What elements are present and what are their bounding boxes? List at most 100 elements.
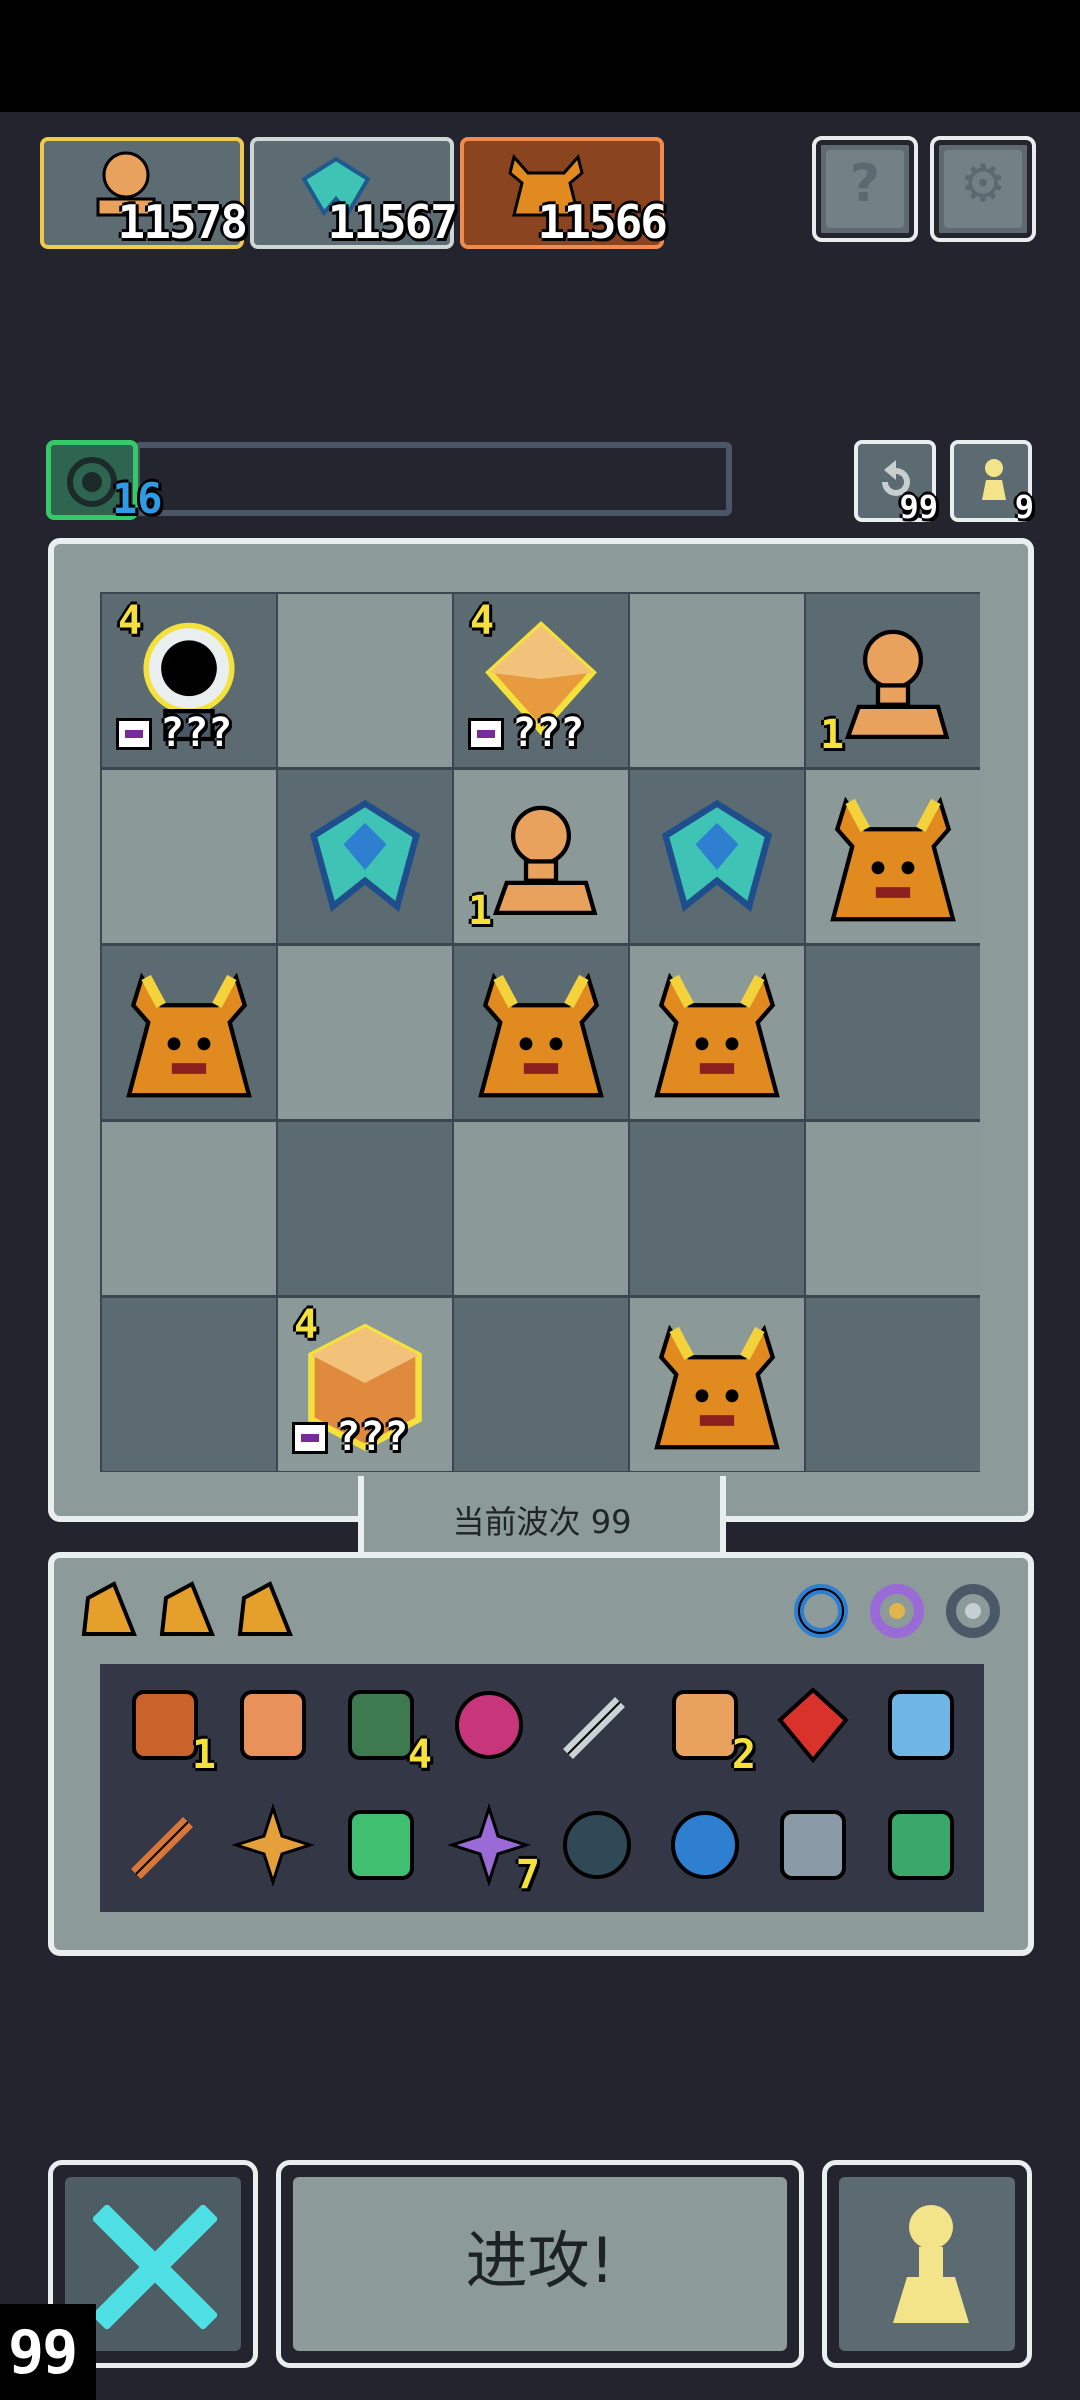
rarity-tag-icon — [468, 718, 504, 750]
board-cell[interactable] — [806, 1298, 980, 1471]
pawn-shop-button[interactable] — [822, 2160, 1032, 2368]
refresh-button[interactable]: 99 — [854, 440, 938, 526]
board-cell[interactable]: 1 — [806, 594, 980, 767]
item-count: 1 — [191, 1732, 216, 1778]
blue-ring-icon[interactable] — [792, 1582, 850, 1640]
amber-shard-icon[interactable] — [156, 1578, 218, 1640]
unit-level: 1 — [468, 888, 493, 934]
hero-card-2[interactable]: 11567 — [250, 137, 458, 249]
sword-icon — [131, 1817, 193, 1879]
help-button[interactable]: ? — [812, 136, 918, 242]
board-cell[interactable] — [278, 946, 452, 1119]
hero-score: 11578 — [117, 195, 248, 249]
board-cell[interactable] — [102, 946, 276, 1119]
inventory-item[interactable] — [876, 1680, 966, 1770]
item-tray: 1 4 2 7 — [100, 1664, 984, 1912]
unit-unknown-label: ??? — [160, 710, 233, 756]
board-cell[interactable] — [630, 1298, 804, 1471]
syringe-icon — [563, 1697, 625, 1759]
board-cell[interactable] — [630, 946, 804, 1119]
inventory-item[interactable]: 7 — [444, 1800, 540, 1898]
unit-level: 4 — [294, 1302, 319, 1348]
game-board: 4??? 4??? 1 1 4??? — [48, 538, 1034, 1522]
board-cell[interactable] — [102, 770, 276, 943]
board-cell[interactable] — [806, 946, 980, 1119]
purple-ring-icon[interactable] — [868, 1582, 926, 1640]
inventory-item[interactable] — [876, 1800, 966, 1890]
inventory-item[interactable] — [120, 1800, 210, 1890]
hero-score: 11566 — [537, 195, 668, 249]
board-cell[interactable] — [454, 1122, 628, 1295]
inventory-item[interactable] — [768, 1800, 858, 1890]
target-eye-icon — [67, 457, 117, 507]
unit-unknown-label: ??? — [512, 710, 585, 756]
rarity-tag-icon — [116, 718, 152, 750]
inventory-item[interactable] — [336, 1800, 426, 1890]
rarity-tag-icon — [292, 1422, 328, 1454]
inventory-item[interactable] — [768, 1680, 858, 1770]
board-cell[interactable] — [630, 594, 804, 767]
board-cell[interactable]: 4??? — [102, 594, 276, 767]
board-cell[interactable]: 4??? — [454, 594, 628, 767]
amber-shard-icon[interactable] — [78, 1578, 140, 1640]
board-cell[interactable] — [630, 770, 804, 943]
horned-beast-icon — [126, 972, 252, 1098]
board-cell[interactable] — [806, 1122, 980, 1295]
ring-row — [786, 1578, 1014, 1648]
hero-card-3[interactable]: 11566 — [460, 137, 668, 249]
corner-counter-value: 99 — [8, 2318, 78, 2388]
board-cell[interactable] — [278, 770, 452, 943]
board-cell[interactable] — [278, 594, 452, 767]
hero-card-1[interactable]: 11578 — [40, 137, 248, 249]
amber-shard-icon[interactable] — [234, 1578, 296, 1640]
item-count: 2 — [731, 1732, 756, 1778]
attack-button[interactable]: 进攻! — [276, 2160, 804, 2368]
inventory-item[interactable]: 1 — [120, 1680, 216, 1778]
inventory-item[interactable] — [552, 1800, 642, 1890]
unit-level: 4 — [470, 598, 495, 644]
teal-crystal-ship-icon — [309, 799, 421, 912]
pawn-icon — [982, 459, 1006, 500]
inventory-item[interactable] — [552, 1680, 642, 1770]
inventory-item[interactable] — [228, 1680, 318, 1770]
item-row-1: 1 4 2 — [114, 1676, 974, 1778]
molecule-icon — [888, 1690, 954, 1760]
item-count: 7 — [515, 1852, 540, 1898]
board-cell[interactable] — [102, 1298, 276, 1471]
wave-label: 当前波次 99 — [452, 1503, 632, 1541]
item-count: 4 — [407, 1732, 432, 1778]
unit-level: 1 — [820, 712, 845, 758]
corner-counter: 99 — [0, 2304, 96, 2400]
inventory-item[interactable]: 4 — [336, 1680, 432, 1778]
board-cell[interactable] — [806, 770, 980, 943]
board-cell[interactable] — [454, 1298, 628, 1471]
inventory-item[interactable]: 2 — [660, 1680, 756, 1778]
close-icon — [93, 2205, 217, 2329]
xp-value: 16 — [112, 474, 163, 523]
board-grid: 4??? 4??? 1 1 4??? — [100, 592, 980, 1472]
board-cell[interactable] — [630, 1122, 804, 1295]
pawn-count: 9 — [1014, 488, 1034, 526]
spiked-helm-icon — [780, 1810, 846, 1880]
gray-ring-icon[interactable] — [944, 1582, 1002, 1640]
board-cell[interactable] — [278, 1122, 452, 1295]
unit-unknown-label: ??? — [336, 1414, 409, 1460]
item-row-2: 7 — [114, 1796, 974, 1898]
inventory-item[interactable] — [228, 1800, 318, 1890]
pawn-button[interactable]: 9 — [950, 440, 1034, 526]
horned-beast-icon — [830, 796, 956, 922]
horned-beast-icon — [478, 972, 604, 1098]
recycle-jar-icon — [348, 1810, 414, 1880]
teal-crystal-ship-icon — [661, 799, 773, 912]
refresh-count: 99 — [899, 488, 938, 526]
board-cell[interactable] — [102, 1122, 276, 1295]
horned-beast-icon — [654, 972, 780, 1098]
xp-track — [134, 442, 732, 516]
inventory-item[interactable] — [660, 1800, 750, 1890]
board-cell[interactable]: 4??? — [278, 1298, 452, 1471]
red-gem-icon — [777, 1687, 849, 1764]
board-cell[interactable] — [454, 946, 628, 1119]
board-cell[interactable]: 1 — [454, 770, 628, 943]
inventory-item[interactable] — [444, 1680, 534, 1770]
settings-button[interactable]: ⚙ — [930, 136, 1036, 242]
